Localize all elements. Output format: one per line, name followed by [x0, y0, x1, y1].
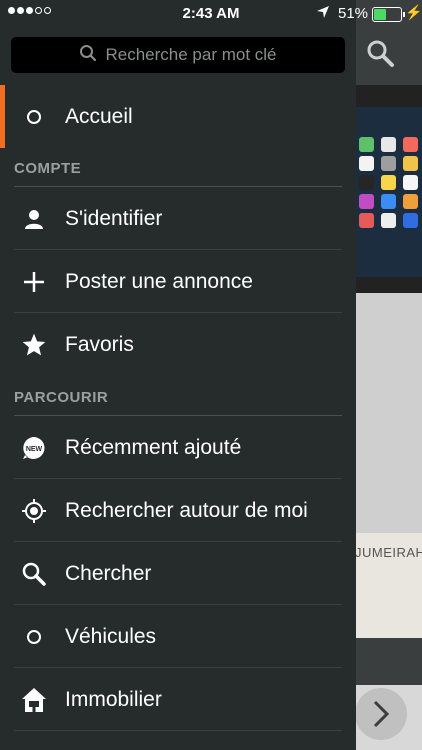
navigation-drawer: Recherche par mot clé Accueil COMPTE S'i…: [0, 0, 356, 750]
menu-item-label: S'identifier: [65, 206, 163, 230]
search-icon: [20, 560, 48, 588]
menu-item-login[interactable]: S'identifier: [0, 187, 356, 250]
menu-item-favorites[interactable]: Favoris: [0, 313, 356, 376]
location-arrow-icon: [316, 5, 330, 23]
section-header-browse: PARCOURIR: [14, 389, 109, 406]
user-icon: [20, 205, 48, 233]
menu-item-vehicles[interactable]: Véhicules: [0, 605, 356, 668]
menu-item-label: Immobilier: [65, 687, 162, 711]
house-icon: [20, 686, 48, 714]
section-header-account: COMPTE: [14, 160, 82, 177]
menu-item-label: Favoris: [65, 332, 134, 356]
menu-item-label: Rechercher autour de moi: [65, 498, 308, 522]
menu-item-label: Accueil: [65, 104, 133, 128]
location-target-icon: [20, 497, 48, 525]
chevron-right-icon: [373, 700, 390, 728]
listing-image[interactable]: [355, 85, 422, 293]
menu-item-label: Récemment ajouté: [65, 435, 242, 459]
menu-item-recent[interactable]: NEW Récemment ajouté: [0, 416, 356, 479]
menu-item-home[interactable]: Accueil: [0, 85, 356, 148]
plus-icon: [20, 268, 48, 296]
menu-item-real-estate[interactable]: Immobilier: [0, 668, 356, 731]
circle-icon: [20, 103, 48, 131]
menu-item-search[interactable]: Chercher: [0, 542, 356, 605]
new-badge-icon: NEW: [20, 434, 48, 462]
battery-percent: 51%: [338, 5, 369, 22]
charging-bolt-icon: ⚡: [405, 4, 422, 20]
background-dark-strip: [355, 638, 422, 685]
row-divider: [14, 730, 342, 731]
circle-icon: [20, 623, 48, 651]
search-icon[interactable]: [365, 38, 399, 72]
next-button[interactable]: [355, 688, 407, 740]
search-icon: [79, 44, 97, 67]
star-icon: [20, 331, 48, 359]
menu-item-label: Chercher: [65, 561, 152, 585]
menu-item-label: Véhicules: [65, 624, 157, 648]
search-placeholder: Recherche par mot clé: [105, 45, 277, 64]
listing-panel: [355, 293, 422, 533]
battery-icon: [372, 7, 405, 22]
background-app: JUMEIRAH: [355, 0, 422, 750]
menu-item-nearby[interactable]: Rechercher autour de moi: [0, 479, 356, 542]
menu-item-post-ad[interactable]: Poster une annonce: [0, 250, 356, 313]
menu-item-label: Poster une annonce: [65, 269, 253, 293]
map-preview[interactable]: JUMEIRAH: [355, 533, 422, 638]
status-bar: 2:43 AM 51% ⚡: [0, 0, 422, 28]
svg-text:NEW: NEW: [26, 446, 43, 453]
map-label: JUMEIRAH: [355, 545, 422, 560]
search-input[interactable]: Recherche par mot clé: [11, 37, 345, 73]
active-indicator: [0, 85, 5, 148]
